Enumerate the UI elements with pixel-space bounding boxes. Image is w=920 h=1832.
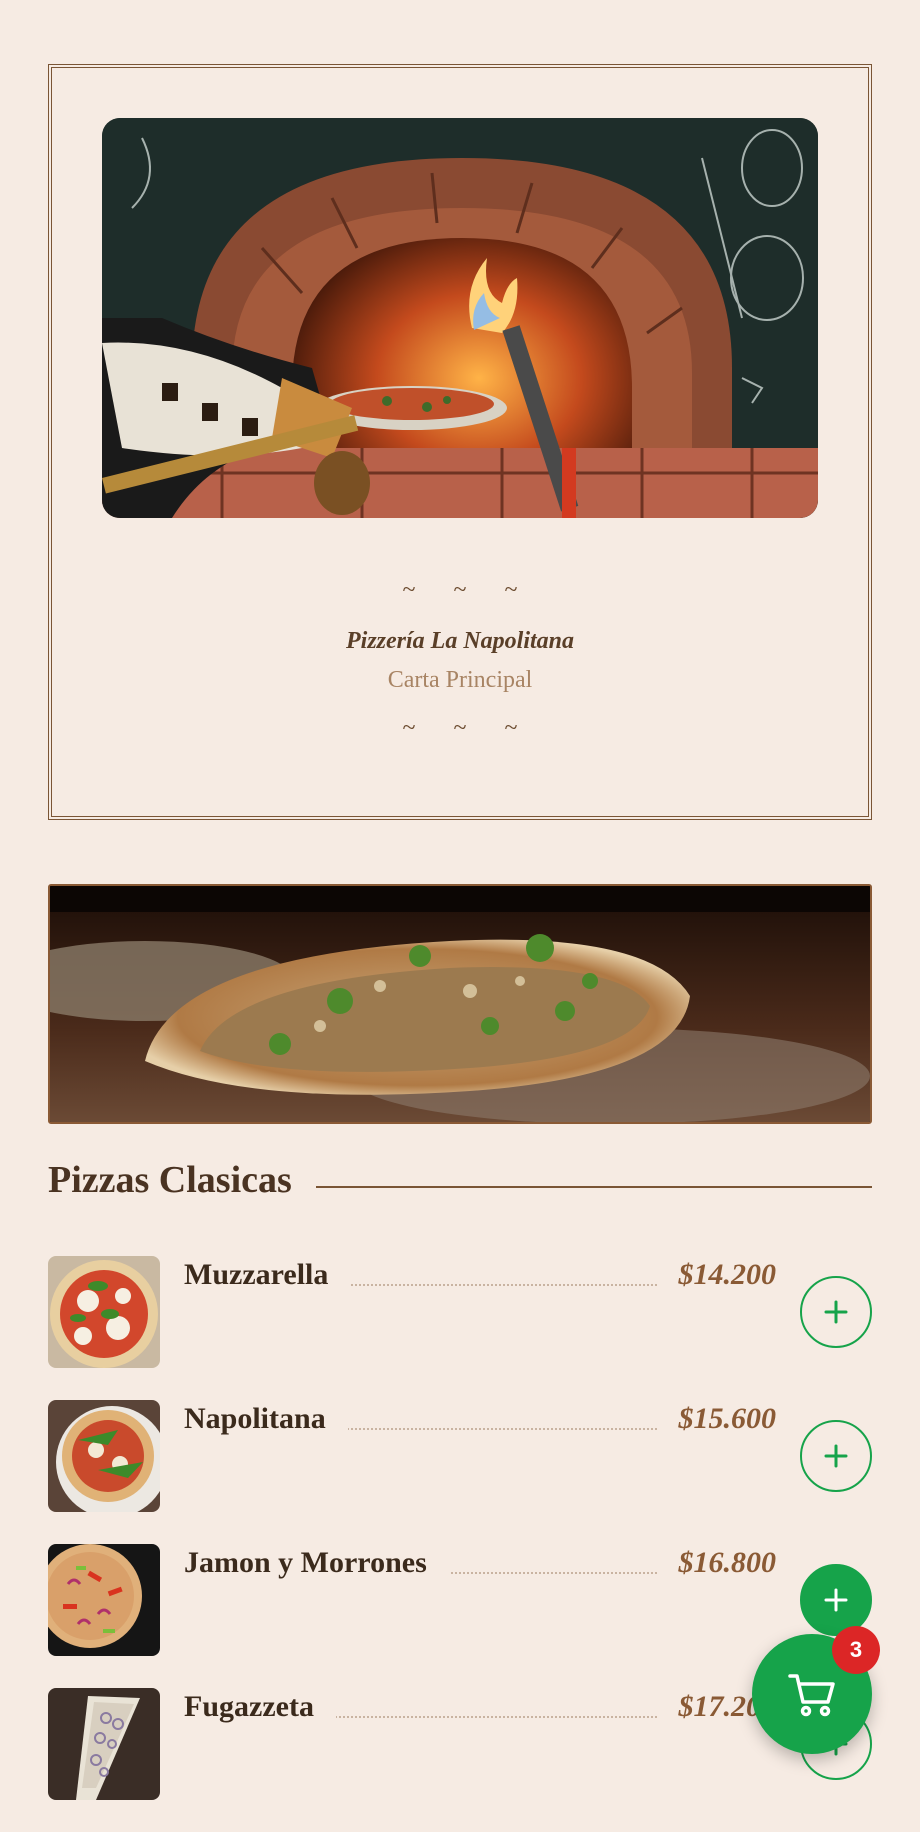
menu-item: Muzzarella $14.200 [48, 1256, 872, 1400]
hero-image-oven [102, 118, 818, 518]
item-price: $15.600 [656, 1402, 776, 1436]
pizza-fugazzeta-image [48, 1688, 160, 1800]
pizza-napolitana-image [48, 1400, 160, 1512]
plus-icon [824, 1300, 848, 1324]
section-title: Pizzas Clasicas [48, 1159, 292, 1201]
restaurant-name: Pizzería La Napolitana [345, 628, 574, 654]
pizza-jamon-morrones-image [48, 1544, 160, 1656]
plus-icon [824, 1588, 848, 1612]
menu-item: Fugazzeta $17.200 [48, 1688, 872, 1832]
item-name: Jamon y Morrones [184, 1546, 449, 1580]
menu-item: Jamon y Morrones $16.800 [48, 1544, 872, 1688]
add-to-cart-button[interactable] [800, 1420, 872, 1492]
menu-subtitle: Carta Principal [387, 667, 533, 693]
item-name: Muzzarella [184, 1258, 351, 1292]
category-banner-image [48, 884, 872, 1124]
menu-list: Muzzarella $14.200 Napolitana $15.600 Ja… [48, 1256, 872, 1832]
shopping-cart-icon [788, 1674, 835, 1717]
section-header: Pizzas Clasicas [48, 1155, 872, 1205]
add-to-cart-button[interactable] [800, 1564, 872, 1636]
ornament-bottom: ~ ~ ~ [402, 715, 534, 741]
ornament-top: ~ ~ ~ [402, 577, 534, 603]
add-to-cart-button[interactable] [800, 1276, 872, 1348]
hero-card: ~ ~ ~ Pizzería La Napolitana Carta Princ… [48, 64, 872, 820]
menu-item: Napolitana $15.600 [48, 1400, 872, 1544]
item-price: $16.800 [656, 1546, 776, 1580]
item-name: Fugazzeta [184, 1690, 336, 1724]
plus-icon [824, 1444, 848, 1468]
cart-count-badge: 3 [832, 1626, 880, 1674]
item-price: $14.200 [656, 1258, 776, 1292]
hero-texts: ~ ~ ~ Pizzería La Napolitana Carta Princ… [52, 578, 868, 740]
section-divider [315, 1186, 872, 1188]
item-name: Napolitana [184, 1402, 348, 1436]
pizza-muzzarella-image [48, 1256, 160, 1368]
